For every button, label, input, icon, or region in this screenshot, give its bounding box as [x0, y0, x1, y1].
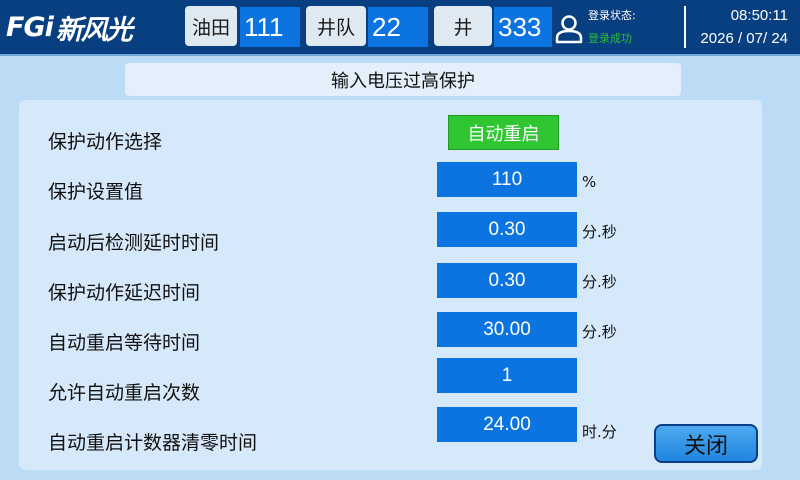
brand-logo: FGi 新风光 — [6, 6, 182, 48]
team-value-field[interactable]: 22 — [368, 7, 428, 47]
restart-wait-field[interactable]: 30.00 — [437, 312, 577, 347]
set-value-unit: % — [582, 173, 597, 191]
restart-count-field[interactable]: 1 — [437, 358, 577, 393]
top-bar: FGi 新风光 油田 111 井队 22 井 333 登录状态: 登录成功 08… — [0, 0, 800, 56]
clock-time: 08:50:11 — [730, 7, 788, 24]
restart-wait-label: 自动重启等待时间 — [48, 332, 201, 354]
counter-reset-field[interactable]: 24.00 — [437, 407, 577, 442]
login-status-value: 登录成功 — [588, 32, 632, 45]
team-label: 井队 — [306, 6, 366, 46]
startup-delay-unit: 分.秒 — [582, 223, 617, 241]
counter-reset-unit: 时.分 — [582, 423, 617, 441]
startup-delay-label: 启动后检测延时时间 — [48, 232, 220, 254]
oilfield-value-field[interactable]: 111 — [240, 7, 300, 47]
set-value-field[interactable]: 110 — [437, 162, 577, 197]
action-select-button[interactable]: 自动重启 — [448, 115, 559, 150]
counter-reset-label: 自动重启计数器清零时间 — [48, 432, 258, 454]
login-status-label: 登录状态: — [588, 9, 636, 22]
restart-count-label: 允许自动重启次数 — [48, 382, 201, 404]
action-delay-field[interactable]: 0.30 — [437, 263, 577, 298]
set-value-label: 保护设置值 — [48, 181, 144, 203]
page-title: 输入电压过高保护 — [125, 63, 681, 96]
restart-wait-unit: 分.秒 — [582, 323, 617, 341]
startup-delay-field[interactable]: 0.30 — [437, 212, 577, 247]
close-button[interactable]: 关闭 — [654, 424, 758, 463]
action-select-label: 保护动作选择 — [48, 131, 163, 153]
action-delay-unit: 分.秒 — [582, 273, 617, 291]
action-delay-label: 保护动作延迟时间 — [48, 282, 201, 304]
logo-latin: FGi — [6, 11, 54, 43]
well-label: 井 — [434, 6, 492, 46]
well-value-field[interactable]: 333 — [494, 7, 552, 47]
oilfield-label: 油田 — [185, 6, 237, 46]
header-divider — [684, 6, 686, 48]
logo-chinese: 新风光 — [55, 14, 133, 46]
clock-date: 2026 / 07/ 24 — [700, 30, 788, 47]
user-icon[interactable] — [555, 14, 583, 44]
